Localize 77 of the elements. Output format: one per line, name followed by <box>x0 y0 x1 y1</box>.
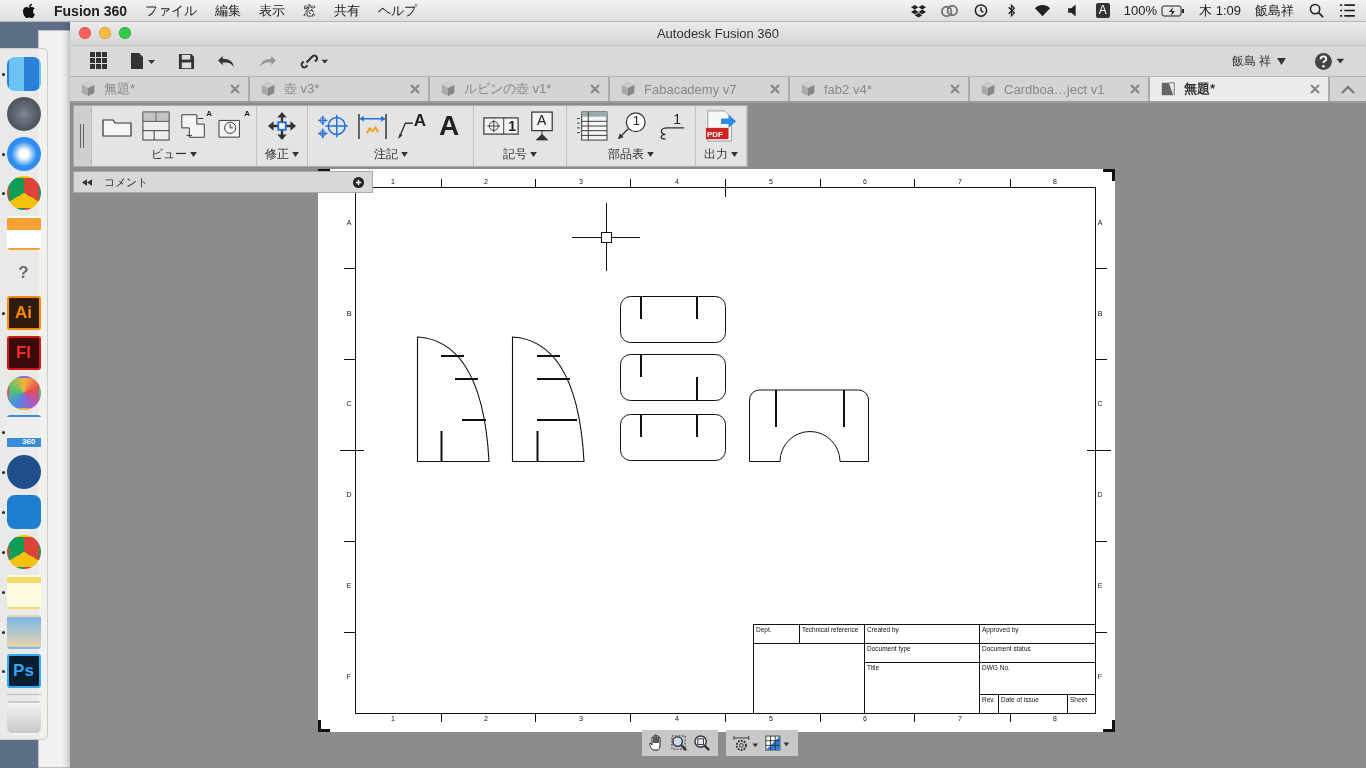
caret-icon <box>530 152 537 157</box>
app-icon[interactable]: Ai <box>6 295 41 330</box>
cube-icon <box>440 81 456 97</box>
input-source-indicator[interactable]: A <box>1095 3 1110 18</box>
close-tab-button[interactable] <box>1310 84 1320 94</box>
cloud-icon[interactable] <box>940 3 958 18</box>
panel-title: コメント <box>104 174 148 190</box>
menu-item[interactable]: 共有 <box>334 1 361 20</box>
drawing-sheet-icon <box>1160 81 1176 97</box>
grid-icon <box>90 52 108 70</box>
dropbox-icon[interactable] <box>909 3 927 18</box>
battery-percentage: 100% <box>1123 3 1158 18</box>
window-title: Autodesk Fusion 360 <box>656 26 780 41</box>
menu-item[interactable]: 窓 <box>303 1 317 20</box>
close-icon <box>410 84 420 94</box>
close-window-button[interactable] <box>79 27 91 39</box>
tab-label[interactable]: 無題* <box>1184 80 1302 98</box>
wifi-icon[interactable] <box>1033 3 1051 18</box>
ribbon-grip[interactable] <box>74 106 92 166</box>
apple-icon[interactable] <box>22 2 36 19</box>
cube-icon <box>260 81 276 97</box>
document-caret-icon <box>130 52 156 70</box>
redo-icon <box>258 53 277 69</box>
table-icon <box>576 110 608 142</box>
add-comment-icon[interactable] <box>353 176 364 188</box>
battery-charging-icon[interactable] <box>1161 4 1186 17</box>
app-icon[interactable]: Fl <box>6 335 41 370</box>
cube-icon <box>800 81 816 97</box>
list-icon[interactable] <box>1339 3 1356 18</box>
menu-item[interactable]: ファイル <box>145 1 198 20</box>
close-icon <box>590 84 600 94</box>
caret-icon <box>1277 57 1286 65</box>
zoom-fit-icon <box>694 734 711 752</box>
cube-icon <box>80 81 96 97</box>
browser-icon[interactable] <box>6 176 41 211</box>
document-tab[interactable]: 無題* <box>1150 77 1330 101</box>
gear-caret-icon <box>733 734 759 752</box>
help-caret-icon <box>1314 51 1346 71</box>
menu-item[interactable]: 表示 <box>259 1 286 20</box>
tool-group-menu[interactable]: 注記 <box>371 146 410 166</box>
projected-view-icon <box>141 110 171 142</box>
app-icon[interactable]: 360 <box>6 415 41 450</box>
close-icon <box>770 84 780 94</box>
close-icon <box>950 84 960 94</box>
undo-icon <box>217 53 236 69</box>
search-icon[interactable] <box>1308 3 1325 18</box>
cube-icon <box>980 81 996 97</box>
zoom-icon <box>671 734 688 752</box>
link-caret-icon <box>299 52 329 70</box>
collapse-panel-icon[interactable] <box>82 178 92 186</box>
close-icon <box>1310 84 1320 94</box>
crosshair-cursor <box>571 202 641 272</box>
caret-icon <box>731 152 738 157</box>
tool-group-menu[interactable]: 記号 <box>501 146 539 166</box>
user-menu-button[interactable]: 飯島 祥 <box>1225 51 1292 71</box>
tool-group-menu[interactable]: 修正 <box>263 146 301 166</box>
caret-icon <box>292 152 299 157</box>
browser-icon[interactable] <box>6 534 41 569</box>
app-icon[interactable]: Ps <box>6 654 41 689</box>
cube-icon <box>620 81 636 97</box>
menu-clock[interactable]: 木 1:09 <box>1199 1 1241 20</box>
chevron-up-icon <box>1341 84 1355 94</box>
caret-icon <box>400 152 408 157</box>
tool-group-menu[interactable]: ビュー <box>149 146 199 166</box>
user-name[interactable]: 飯島祥 <box>1255 1 1294 20</box>
tool-group-menu[interactable]: 出力 <box>702 146 740 166</box>
grid-caret-icon <box>765 734 791 752</box>
caret-icon <box>647 152 654 157</box>
save-icon <box>178 52 195 70</box>
move-arrows-icon <box>267 110 297 142</box>
menu-item[interactable]: ヘルプ <box>378 1 418 20</box>
menu-item[interactable]: 編集 <box>215 1 242 20</box>
close-icon <box>230 84 240 94</box>
close-icon <box>1130 84 1140 94</box>
caret-icon <box>190 152 197 157</box>
tool-group-menu[interactable]: 部品表 <box>606 146 656 166</box>
app-menu[interactable]: Fusion 360 <box>54 2 128 19</box>
